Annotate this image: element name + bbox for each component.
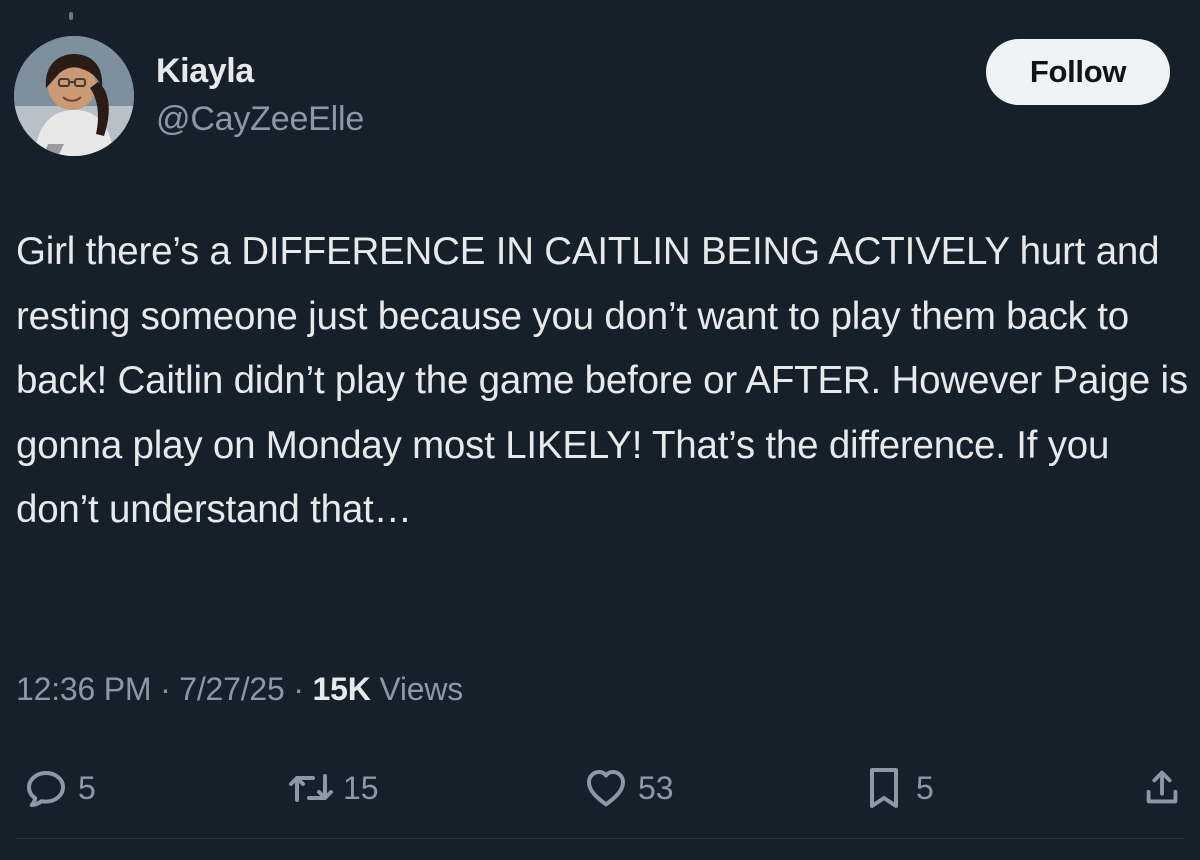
- bottom-divider: [16, 838, 1184, 839]
- author-name[interactable]: Kiayla: [156, 52, 254, 91]
- heart-icon: [580, 762, 632, 814]
- follow-button[interactable]: Follow: [986, 39, 1170, 105]
- tweet-time[interactable]: 12:36 PM: [16, 671, 152, 707]
- avatar[interactable]: [14, 36, 134, 156]
- share-icon: [1136, 762, 1188, 814]
- reply-button[interactable]: 5: [20, 760, 96, 816]
- action-bar: 5 15 53 5: [0, 760, 1200, 816]
- bookmark-count: 5: [916, 769, 934, 806]
- retweet-icon: [285, 762, 337, 814]
- bookmark-button[interactable]: 5: [858, 760, 934, 816]
- decorative-dot: [69, 12, 73, 20]
- share-button[interactable]: [1136, 760, 1188, 816]
- retweet-count: 15: [343, 769, 379, 806]
- tweet-meta: 12:36 PM · 7/27/25 · 15K Views: [16, 671, 463, 708]
- reply-count: 5: [78, 769, 96, 806]
- meta-separator: ·: [293, 671, 304, 707]
- meta-separator: ·: [160, 671, 171, 707]
- tweet-text: Girl there’s a DIFFERENCE IN CAITLIN BEI…: [16, 230, 1188, 532]
- views-label: Views: [379, 671, 464, 707]
- views-count: 15K: [312, 671, 371, 707]
- bookmark-icon: [858, 762, 910, 814]
- reply-icon: [20, 762, 72, 814]
- tweet-date[interactable]: 7/27/25: [179, 671, 285, 707]
- like-count: 53: [638, 769, 674, 806]
- retweet-button[interactable]: 15: [285, 760, 379, 816]
- author-handle[interactable]: @CayZeeElle: [156, 100, 364, 139]
- like-button[interactable]: 53: [580, 760, 674, 816]
- avatar-image: [14, 36, 134, 156]
